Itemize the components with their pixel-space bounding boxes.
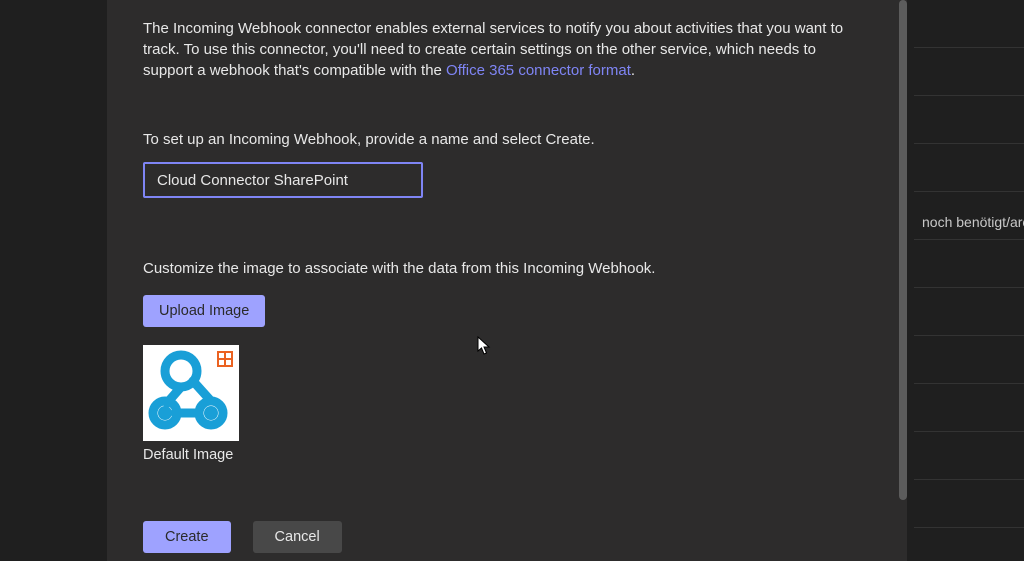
webhook-config-dialog: The Incoming Webhook connector enables e… — [107, 0, 907, 561]
bg-row — [914, 144, 1024, 192]
customize-instruction: Customize the image to associate with th… — [143, 260, 875, 277]
bg-row — [914, 384, 1024, 432]
dialog-button-row: Create Cancel — [143, 521, 875, 553]
bg-row — [914, 96, 1024, 144]
webhook-name-input[interactable] — [143, 162, 423, 198]
default-image-label: Default Image — [143, 447, 875, 463]
bg-row — [914, 432, 1024, 480]
bg-row — [914, 336, 1024, 384]
webhook-icon — [143, 345, 239, 441]
upload-image-button[interactable]: Upload Image — [143, 295, 265, 327]
dialog-scrollbar[interactable] — [899, 0, 907, 561]
setup-instruction: To set up an Incoming Webhook, provide a… — [143, 131, 875, 148]
background-list: noch benötigt/arc — [914, 0, 1024, 561]
bg-row — [914, 240, 1024, 288]
cancel-button[interactable]: Cancel — [253, 521, 342, 553]
create-button[interactable]: Create — [143, 521, 231, 553]
connector-format-link[interactable]: Office 365 connector format — [446, 62, 631, 79]
scrollbar-thumb[interactable] — [899, 0, 907, 500]
connector-description: The Incoming Webhook connector enables e… — [143, 18, 863, 81]
bg-row: noch benötigt/arc — [914, 192, 1024, 240]
bg-row — [914, 48, 1024, 96]
bg-row — [914, 480, 1024, 528]
default-image-preview — [143, 345, 239, 441]
bg-row — [914, 288, 1024, 336]
bg-row — [914, 0, 1024, 48]
bg-row-text: noch benötigt/arc — [922, 214, 1024, 230]
description-text-after: . — [631, 62, 635, 79]
